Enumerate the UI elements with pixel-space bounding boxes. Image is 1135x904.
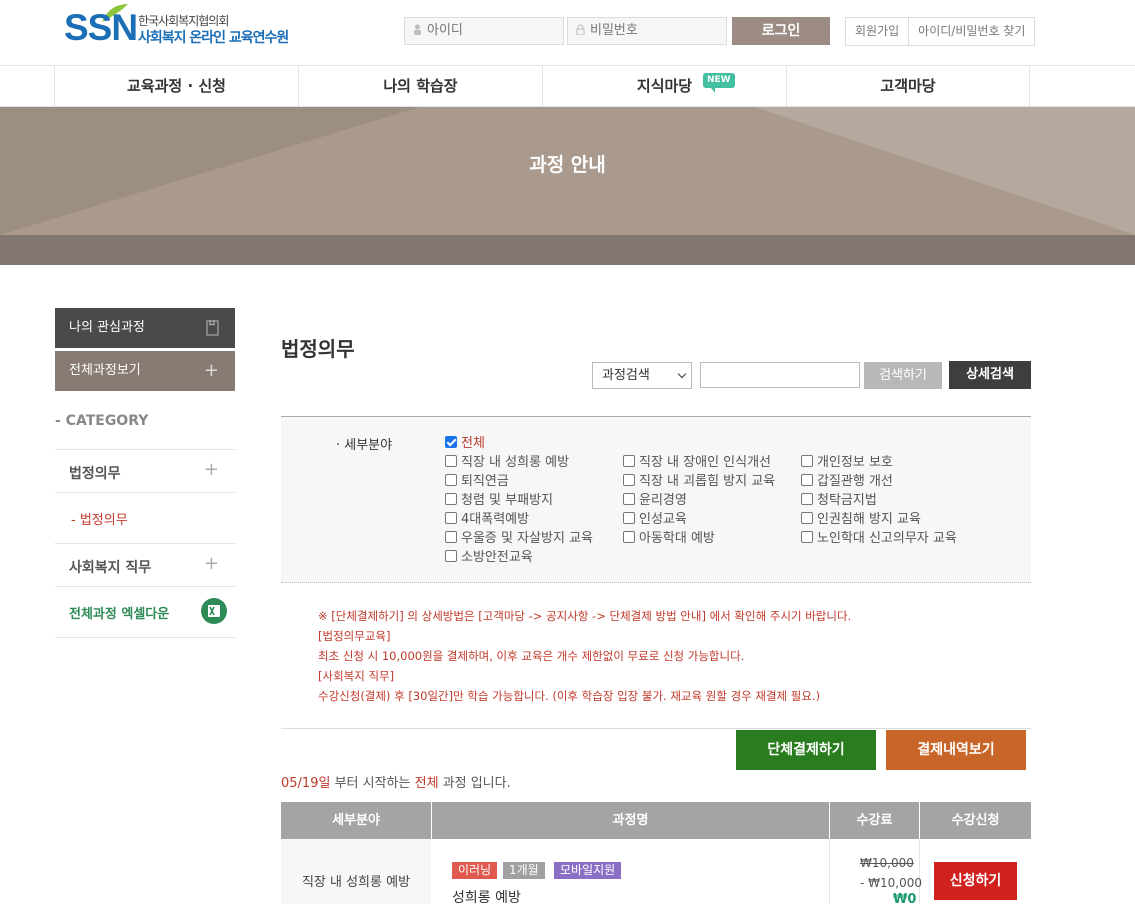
detail-search-button[interactable]: 상세검색 xyxy=(949,361,1031,389)
sidebar-group-social-work-label: 사회복지 직무 xyxy=(69,560,152,576)
checkbox-checked-icon xyxy=(445,436,457,448)
filter-checkbox-all[interactable]: 전체 xyxy=(445,435,485,452)
new-badge: NEW xyxy=(703,73,735,93)
start-date-info: 05/19일 부터 시작하는 전체 과정 입니다. xyxy=(281,776,511,791)
notice-line: [법정의무교육] xyxy=(318,629,391,643)
tag-elearning: 이러닝 xyxy=(452,862,498,879)
column-header: 수강료 xyxy=(829,802,919,839)
price-discount: - ₩10,000 xyxy=(860,876,922,890)
filter-checkbox[interactable]: 직장 내 괴롭힘 방지 교육 xyxy=(623,473,775,490)
excel-download-label: 전체과정 엑셀다운 xyxy=(69,607,170,622)
main-nav: 교육과정 · 신청 나의 학습장 지식마당 NEW 고객마당 xyxy=(0,65,1135,107)
my-interest-courses-button[interactable]: 나의 관심과정 xyxy=(55,308,235,348)
filter-checkbox[interactable]: 퇴직연금 xyxy=(445,473,509,490)
plus-icon: + xyxy=(203,553,219,574)
nav-item-my-learning[interactable]: 나의 학습장 xyxy=(298,66,542,107)
login-button[interactable]: 로그인 xyxy=(732,17,830,45)
password-placeholder: 비밀번호 xyxy=(590,23,638,38)
nav-item-courses[interactable]: 교육과정 · 신청 xyxy=(54,66,298,107)
search-type-select[interactable]: 과정검색 xyxy=(592,362,692,389)
filter-checkbox[interactable]: 개인정보 보호 xyxy=(801,454,893,471)
filter-checkbox[interactable]: 소방안전교육 xyxy=(445,549,533,566)
filter-checkbox[interactable]: 인성교육 xyxy=(623,511,687,528)
apply-button[interactable]: 신청하기 xyxy=(934,862,1017,900)
find-account-link[interactable]: 아이디/비밀번호 찾기 xyxy=(908,18,1034,45)
notice-line: ※ [단체결제하기] 의 상세방법은 [고객마당 -> 공지사항 -> 단체결제… xyxy=(318,609,852,623)
filter-checkbox[interactable]: 청탁금지법 xyxy=(801,492,877,509)
notice-line: 최초 신청 시 10,000원을 결제하며, 이후 교육은 개수 제한없이 무료… xyxy=(318,649,745,663)
column-header: 세부분야 xyxy=(332,813,380,828)
my-interest-label: 나의 관심과정 xyxy=(69,320,145,335)
logo-mark: SSN xyxy=(64,7,138,48)
all-courses-label: 전체과정보기 xyxy=(69,363,141,378)
price-final: ₩0 xyxy=(893,892,917,904)
column-header: 수강신청 xyxy=(919,802,1031,839)
group-payment-button[interactable]: 단체결제하기 xyxy=(736,730,876,770)
search-button[interactable]: 검색하기 xyxy=(864,362,942,389)
chevron-down-icon xyxy=(677,369,687,379)
price-original: ₩10,000 xyxy=(860,856,914,870)
excel-icon xyxy=(201,598,227,624)
divider xyxy=(281,728,1031,729)
excel-download-button[interactable]: 전체과정 엑셀다운 xyxy=(55,587,235,637)
user-id-placeholder: 아이디 xyxy=(427,23,463,38)
notice-line: 수강신청(결제) 후 [30일간]만 학습 가능합니다. (이후 학습장 입장 … xyxy=(318,689,821,703)
payment-history-button[interactable]: 결제내역보기 xyxy=(886,730,1026,770)
sidebar-group-legal[interactable]: 법정의무 + xyxy=(55,450,235,492)
category-heading: - CATEGORY xyxy=(55,413,149,429)
course-name-link[interactable]: 성희롱 예방 xyxy=(452,887,521,904)
table-header: 세부분야 과정명 수강료 수강신청 xyxy=(281,802,1031,839)
page-banner xyxy=(0,107,1135,265)
row-category: 직장 내 성희롱 예방 xyxy=(281,839,431,904)
filter-checkbox[interactable]: 아동학대 예방 xyxy=(623,530,715,547)
nav-item-knowledge[interactable]: 지식마당 NEW xyxy=(542,66,786,107)
filter-label: · 세부분야 xyxy=(336,438,393,453)
sidebar-group-legal-label: 법정의무 xyxy=(69,466,121,482)
sidebar-group-social-work[interactable]: 사회복지 직무 + xyxy=(55,544,235,586)
logo-site-name: 사회복지 온라인 교육연수원 xyxy=(138,30,289,46)
search-input[interactable] xyxy=(700,362,860,388)
search-type-value: 과정검색 xyxy=(602,368,650,383)
filter-checkbox[interactable]: 4대폭력예방 xyxy=(445,511,529,528)
column-header: 과정명 xyxy=(431,802,829,839)
filter-checkbox[interactable]: 청렴 및 부패방지 xyxy=(445,492,553,509)
tag-mobile: 모바일지원 xyxy=(554,862,622,879)
user-id-input[interactable]: 아이디 xyxy=(404,17,564,45)
sidebar-sub-item-legal[interactable]: - 법정의무 xyxy=(71,509,128,528)
bookmark-icon xyxy=(206,320,219,336)
utility-links: 회원가입 아이디/비밀번호 찾기 xyxy=(845,17,1036,46)
filter-checkbox[interactable]: 직장 내 성희롱 예방 xyxy=(445,454,569,471)
password-input[interactable]: 비밀번호 xyxy=(567,17,727,45)
all-courses-button[interactable]: 전체과정보기 + xyxy=(55,351,235,391)
lock-icon xyxy=(576,24,585,35)
page-title: 법정의무 xyxy=(281,337,355,361)
plus-icon: + xyxy=(203,459,219,480)
nav-item-knowledge-label: 지식마당 xyxy=(636,77,693,95)
tag-duration: 1개월 xyxy=(503,862,545,879)
nav-item-customer[interactable]: 고객마당 xyxy=(786,66,1030,107)
notice-line: [사회복지 직무] xyxy=(318,669,395,683)
filter-checkbox[interactable]: 우울증 및 자살방지 교육 xyxy=(445,530,593,547)
site-logo[interactable]: SSN 한국사회복지협의회 사회복지 온라인 교육연수원 xyxy=(64,4,304,46)
plus-icon: + xyxy=(203,360,219,381)
filter-checkbox[interactable]: 윤리경영 xyxy=(623,492,687,509)
banner-title: 과정 안내 xyxy=(529,154,606,176)
filter-checkbox[interactable]: 직장 내 장애인 인식개선 xyxy=(623,454,771,471)
join-link[interactable]: 회원가입 xyxy=(846,18,908,45)
filter-checkbox[interactable]: 갑질관행 개선 xyxy=(801,473,893,490)
filter-checkbox[interactable]: 노인학대 신고의무자 교육 xyxy=(801,530,957,547)
user-icon xyxy=(414,24,421,35)
filter-checkbox[interactable]: 인권침해 방지 교육 xyxy=(801,511,921,528)
